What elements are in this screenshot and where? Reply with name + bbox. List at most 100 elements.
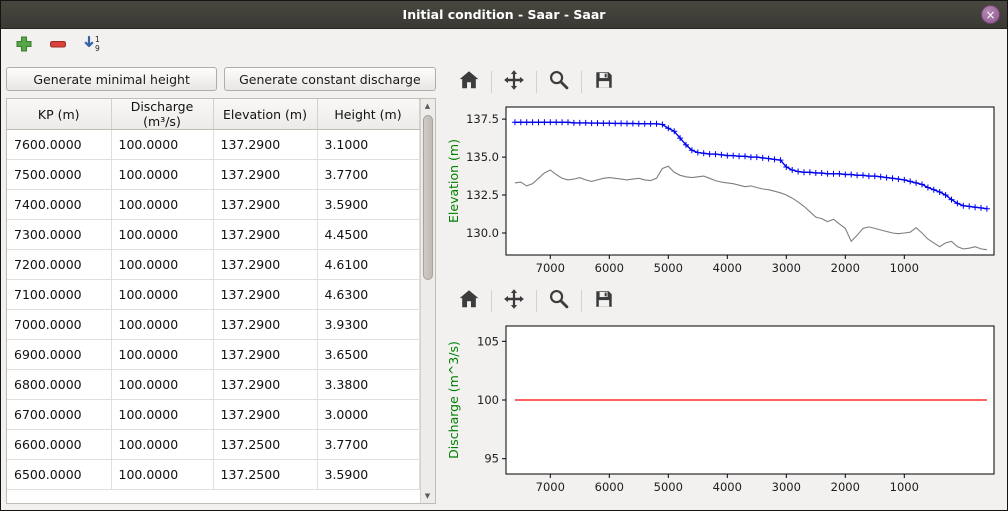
- table-cell[interactable]: 7500.0000: [7, 160, 111, 190]
- pan-icon: [503, 288, 525, 314]
- generate-constant-discharge-button[interactable]: Generate constant discharge: [224, 67, 435, 91]
- svg-text:Elevation (m): Elevation (m): [446, 139, 461, 223]
- table-cell[interactable]: 3.5900: [317, 190, 419, 220]
- window-title: Initial condition - Saar - Saar: [403, 7, 606, 22]
- table-cell[interactable]: 3.7700: [317, 160, 419, 190]
- table-cell[interactable]: 137.2900: [213, 220, 317, 250]
- table-cell[interactable]: 100.0000: [111, 430, 213, 460]
- table-cell[interactable]: 137.2900: [213, 250, 317, 280]
- table-cell[interactable]: 4.6100: [317, 250, 419, 280]
- elevation-pan-button[interactable]: [501, 69, 527, 95]
- table-row[interactable]: 6500.0000100.0000137.25003.5900: [7, 460, 419, 490]
- scrollbar-track[interactable]: [421, 113, 435, 489]
- scroll-up-icon[interactable]: ▲: [421, 99, 435, 113]
- table-cell[interactable]: 7600.0000: [7, 130, 111, 160]
- table-cell[interactable]: 3.0000: [317, 400, 419, 430]
- table-cell[interactable]: 100.0000: [111, 400, 213, 430]
- table-row[interactable]: 7400.0000100.0000137.29003.5900: [7, 190, 419, 220]
- table-cell[interactable]: 100.0000: [111, 160, 213, 190]
- table-cell[interactable]: 100.0000: [111, 340, 213, 370]
- table-cell[interactable]: 7300.0000: [7, 220, 111, 250]
- table-cell[interactable]: 6600.0000: [7, 430, 111, 460]
- add-row-button[interactable]: [11, 33, 37, 59]
- scroll-down-icon[interactable]: ▼: [421, 489, 435, 503]
- table-cell[interactable]: 4.6300: [317, 280, 419, 310]
- table-row[interactable]: 6900.0000100.0000137.29003.6500: [7, 340, 419, 370]
- table-cell[interactable]: 137.2900: [213, 340, 317, 370]
- table-cell[interactable]: 7100.0000: [7, 280, 111, 310]
- table-cell[interactable]: 3.6500: [317, 340, 419, 370]
- table-cell[interactable]: 6900.0000: [7, 340, 111, 370]
- elevation-chart[interactable]: 7000600050004000300020001000130.0132.513…: [444, 100, 1004, 283]
- table-cell[interactable]: 137.2900: [213, 130, 317, 160]
- table-cell[interactable]: 137.2900: [213, 190, 317, 220]
- scrollbar-thumb[interactable]: [423, 115, 433, 280]
- svg-text:1000: 1000: [889, 480, 918, 494]
- close-icon: ×: [985, 9, 995, 21]
- table-cell[interactable]: 4.4500: [317, 220, 419, 250]
- table-cell[interactable]: 3.9300: [317, 310, 419, 340]
- svg-text:130.0: 130.0: [466, 226, 499, 240]
- elevation-zoom-button[interactable]: [546, 69, 572, 95]
- table-row[interactable]: 7300.0000100.0000137.29004.4500: [7, 220, 419, 250]
- discharge-chart[interactable]: 700060005000400030002000100095100105Disc…: [444, 319, 1004, 502]
- discharge-home-button[interactable]: [456, 288, 482, 314]
- table-row[interactable]: 6800.0000100.0000137.29003.3800: [7, 370, 419, 400]
- column-header-kp[interactable]: KP (m): [7, 99, 111, 130]
- discharge-pan-button[interactable]: [501, 288, 527, 314]
- table-row[interactable]: 7200.0000100.0000137.29004.6100: [7, 250, 419, 280]
- svg-text:1: 1: [95, 35, 100, 44]
- table-row[interactable]: 6600.0000100.0000137.25003.7700: [7, 430, 419, 460]
- table-cell[interactable]: 137.2500: [213, 460, 317, 490]
- column-header-discharge[interactable]: Discharge (m³/s): [111, 99, 213, 130]
- generate-minimal-height-button[interactable]: Generate minimal height: [6, 67, 217, 91]
- table-cell[interactable]: 100.0000: [111, 280, 213, 310]
- table-cell[interactable]: 6700.0000: [7, 400, 111, 430]
- close-button[interactable]: ×: [981, 5, 1000, 24]
- svg-text:3000: 3000: [771, 480, 800, 494]
- table-cell[interactable]: 3.5900: [317, 460, 419, 490]
- table-row[interactable]: 7100.0000100.0000137.29004.6300: [7, 280, 419, 310]
- table-cell[interactable]: 7000.0000: [7, 310, 111, 340]
- table-cell[interactable]: 137.2900: [213, 160, 317, 190]
- table-cell[interactable]: 137.2900: [213, 370, 317, 400]
- table-cell[interactable]: 137.2500: [213, 430, 317, 460]
- table-cell[interactable]: 3.7700: [317, 430, 419, 460]
- column-header-elevation[interactable]: Elevation (m): [213, 99, 317, 130]
- table-cell[interactable]: 137.2900: [213, 280, 317, 310]
- table-cell[interactable]: 6500.0000: [7, 460, 111, 490]
- table-cell[interactable]: 3.1000: [317, 130, 419, 160]
- table-row[interactable]: 6700.0000100.0000137.29003.0000: [7, 400, 419, 430]
- table-scrollbar[interactable]: ▲ ▼: [420, 99, 435, 503]
- table-cell[interactable]: 6800.0000: [7, 370, 111, 400]
- table-cell[interactable]: 100.0000: [111, 130, 213, 160]
- elevation-save-button[interactable]: [591, 69, 617, 95]
- table-cell[interactable]: 100.0000: [111, 370, 213, 400]
- sort-button[interactable]: 1 9: [79, 33, 105, 59]
- table-cell[interactable]: 7200.0000: [7, 250, 111, 280]
- remove-row-button[interactable]: [45, 33, 71, 59]
- add-icon: [14, 34, 34, 58]
- discharge-save-button[interactable]: [591, 288, 617, 314]
- table-cell[interactable]: 7400.0000: [7, 190, 111, 220]
- table-row[interactable]: 7600.0000100.0000137.29003.1000: [7, 130, 419, 160]
- table-cell[interactable]: 3.3800: [317, 370, 419, 400]
- table-cell[interactable]: 100.0000: [111, 460, 213, 490]
- app-window: Initial condition - Saar - Saar × 1 9: [0, 0, 1008, 511]
- zoom-icon: [548, 288, 570, 314]
- table-cell[interactable]: 100.0000: [111, 190, 213, 220]
- table-cell[interactable]: 137.2900: [213, 400, 317, 430]
- table-row[interactable]: 7000.0000100.0000137.29003.9300: [7, 310, 419, 340]
- elevation-home-button[interactable]: [456, 69, 482, 95]
- svg-text:Discharge (m^3/s): Discharge (m^3/s): [446, 341, 461, 459]
- table-cell[interactable]: 137.2900: [213, 310, 317, 340]
- column-header-height[interactable]: Height (m): [317, 99, 419, 130]
- right-panel: 7000600050004000300020001000130.0132.513…: [438, 62, 1008, 510]
- table-cell[interactable]: 100.0000: [111, 250, 213, 280]
- table-row[interactable]: 7500.0000100.0000137.29003.7700: [7, 160, 419, 190]
- title-bar[interactable]: Initial condition - Saar - Saar ×: [1, 1, 1007, 29]
- table-cell[interactable]: 100.0000: [111, 220, 213, 250]
- svg-text:4000: 4000: [712, 480, 741, 494]
- table-cell[interactable]: 100.0000: [111, 310, 213, 340]
- discharge-zoom-button[interactable]: [546, 288, 572, 314]
